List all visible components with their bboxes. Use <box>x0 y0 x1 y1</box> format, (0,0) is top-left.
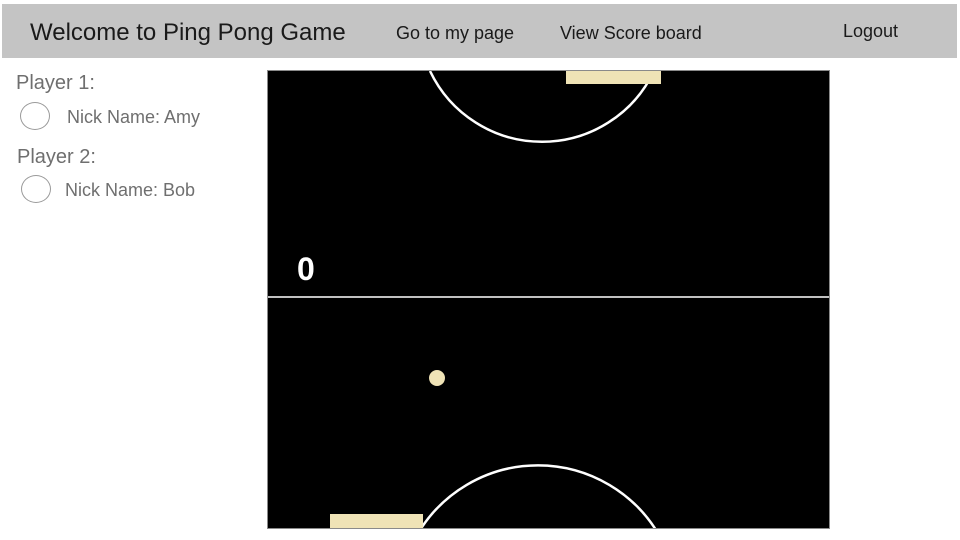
court-graphics <box>268 71 829 529</box>
player-2-heading: Player 2: <box>17 146 96 168</box>
player-1-nickname: Nick Name: Amy <box>67 107 201 127</box>
game-board[interactable]: 0 <box>267 70 830 529</box>
top-navbar: Welcome to Ping Pong Game Go to my page … <box>2 4 957 58</box>
score-display: 0 <box>297 251 315 287</box>
score-board-link[interactable]: View Score board <box>560 23 702 44</box>
app-root: Welcome to Ping Pong Game Go to my page … <box>0 0 960 540</box>
bottom-paddle[interactable] <box>330 514 423 529</box>
player-2-nickname: Nick Name: Bob <box>65 180 196 200</box>
ball <box>429 370 445 386</box>
player-2-avatar <box>21 175 51 203</box>
top-paddle[interactable] <box>566 71 661 84</box>
app-title: Welcome to Ping Pong Game <box>30 19 346 46</box>
logout-link[interactable]: Logout <box>843 21 898 42</box>
bottom-center-arc <box>419 464 657 528</box>
player-1-avatar <box>20 102 50 130</box>
player-1-heading: Player 1: <box>16 72 95 94</box>
my-page-link[interactable]: Go to my page <box>396 23 514 44</box>
